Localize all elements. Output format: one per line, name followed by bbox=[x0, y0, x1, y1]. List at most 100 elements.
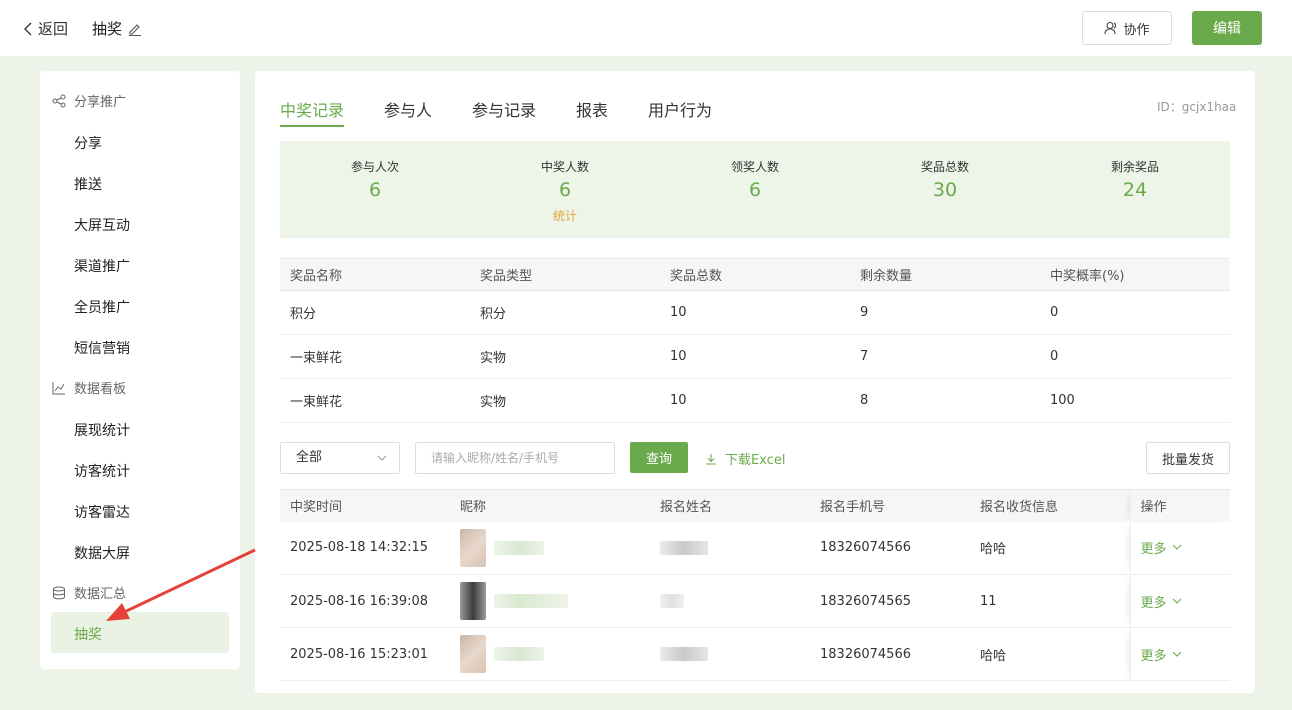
address: 11 bbox=[970, 574, 1130, 628]
sidebar-item-push[interactable]: 推送 bbox=[74, 174, 102, 194]
table-row: 一束鲜花 实物 10 7 0 bbox=[280, 334, 1230, 379]
operation-cell: 更多 bbox=[1129, 574, 1231, 628]
back-label: 返回 bbox=[38, 20, 69, 38]
chevron-down-icon bbox=[1172, 598, 1181, 604]
sidebar-item-visitor-radar[interactable]: 访客雷达 bbox=[74, 502, 130, 522]
search-input[interactable] bbox=[415, 442, 615, 474]
stat-value: 6 bbox=[368, 179, 382, 201]
active-tab-indicator bbox=[280, 125, 344, 127]
edit-button[interactable]: 编辑 bbox=[1192, 11, 1262, 45]
stat-value: 6 bbox=[558, 179, 572, 201]
nickname-cell bbox=[450, 521, 650, 575]
tab-participation-records[interactable]: 参与记录 bbox=[472, 97, 536, 121]
stat-label: 中奖人数 bbox=[540, 160, 589, 174]
main-panel: 中奖记录 参与人 参与记录 报表 用户行为 ID：gcjx1haa 参与人次 6… bbox=[255, 71, 1255, 693]
reg-name-cell bbox=[650, 627, 810, 681]
annotation-arrow-icon bbox=[106, 548, 256, 621]
blurred-nickname bbox=[494, 540, 544, 555]
table-row: 积分 积分 10 9 0 bbox=[280, 290, 1230, 335]
sidebar-item-share[interactable]: 分享 bbox=[74, 133, 102, 153]
column-header: 中奖概率(%) bbox=[1040, 258, 1230, 291]
blurred-name bbox=[660, 540, 708, 555]
blurred-name bbox=[660, 647, 708, 661]
column-header: 报名手机号 bbox=[810, 489, 970, 522]
more-dropdown[interactable]: 更多 bbox=[1141, 592, 1231, 611]
cell: 0 bbox=[1040, 334, 1230, 379]
sidebar-item-staff-promotion[interactable]: 全员推广 bbox=[74, 297, 130, 317]
nickname-cell bbox=[450, 627, 650, 681]
table-row: 一束鲜花 实物 10 8 100 bbox=[280, 378, 1230, 423]
edit-pencil-icon[interactable] bbox=[128, 22, 142, 36]
stat-label: 剩余奖品 bbox=[1110, 160, 1159, 174]
batch-ship-button[interactable]: 批量发货 bbox=[1146, 442, 1230, 474]
more-dropdown[interactable]: 更多 bbox=[1141, 645, 1231, 664]
table-header-row: 中奖时间 昵称 报名姓名 报名手机号 报名收货信息 操作 bbox=[280, 489, 1230, 522]
stats-panel: 参与人次 6 中奖人数 6 统计 领奖人数 6 奖品总数 30 剩余奖品 24 bbox=[280, 141, 1230, 238]
phone: 18326074566 bbox=[810, 627, 970, 681]
stat-claimed: 领奖人数 6 bbox=[660, 141, 850, 201]
operation-cell: 更多 bbox=[1129, 521, 1231, 575]
cell: 10 bbox=[660, 334, 850, 379]
sidebar-group-dashboard: 数据看板 bbox=[52, 378, 126, 397]
sidebar-item-big-screen-interaction[interactable]: 大屏互动 bbox=[74, 215, 130, 235]
sidebar-item-sms-marketing[interactable]: 短信营销 bbox=[74, 338, 130, 358]
collaborate-label: 协作 bbox=[1123, 22, 1150, 38]
chevron-down-icon bbox=[1172, 544, 1181, 550]
page-title: 抽奖 bbox=[92, 18, 142, 39]
chevron-down-icon bbox=[1172, 651, 1181, 657]
tab-user-behavior[interactable]: 用户行为 bbox=[648, 97, 712, 121]
more-dropdown[interactable]: 更多 bbox=[1141, 538, 1231, 557]
phone: 18326074566 bbox=[810, 521, 970, 575]
avatar bbox=[460, 582, 486, 620]
reg-name-cell bbox=[650, 521, 810, 575]
table-row: 2025-08-16 15:23:01 18326074566 哈哈 更多 bbox=[280, 627, 1231, 681]
page-title-text: 抽奖 bbox=[92, 20, 123, 38]
stat-remaining-prizes: 剩余奖品 24 bbox=[1040, 141, 1230, 201]
stat-value: 6 bbox=[748, 179, 762, 201]
phone: 18326074565 bbox=[810, 574, 970, 628]
tab-participants[interactable]: 参与人 bbox=[384, 97, 432, 121]
more-label: 更多 bbox=[1140, 648, 1167, 664]
column-header: 昵称 bbox=[450, 489, 650, 522]
download-excel-link[interactable]: 下载Excel bbox=[705, 449, 785, 468]
back-button[interactable]: 返回 bbox=[22, 18, 68, 39]
cell: 积分 bbox=[470, 290, 660, 335]
sidebar-item-channel-promotion[interactable]: 渠道推广 bbox=[74, 256, 130, 276]
column-header: 奖品名称 bbox=[280, 258, 470, 291]
tab-winning-records[interactable]: 中奖记录 bbox=[280, 97, 344, 121]
column-header: 奖品总数 bbox=[660, 258, 850, 291]
top-bar: 返回 抽奖 协作 编辑 bbox=[0, 0, 1292, 56]
stat-winners: 中奖人数 6 统计 bbox=[470, 141, 660, 224]
cell: 0 bbox=[1040, 290, 1230, 335]
stat-label: 奖品总数 bbox=[920, 160, 969, 174]
avatar bbox=[460, 635, 486, 673]
column-header: 报名姓名 bbox=[650, 489, 810, 522]
column-header: 报名收货信息 bbox=[970, 489, 1130, 522]
column-header: 中奖时间 bbox=[280, 489, 450, 522]
tab-report[interactable]: 报表 bbox=[576, 97, 608, 121]
query-button[interactable]: 查询 bbox=[630, 442, 688, 473]
more-label: 更多 bbox=[1140, 595, 1167, 611]
sidebar-item-impression-stats[interactable]: 展现统计 bbox=[74, 420, 130, 440]
stat-label: 领奖人数 bbox=[730, 160, 779, 174]
status-filter-select[interactable]: 全部 bbox=[280, 442, 400, 474]
table-header-row: 奖品名称 奖品类型 奖品总数 剩余数量 中奖概率(%) bbox=[280, 258, 1230, 291]
download-label: 下载Excel bbox=[725, 453, 786, 468]
chevron-left-icon bbox=[24, 22, 32, 35]
share-icon bbox=[52, 94, 66, 107]
cell: 一束鲜花 bbox=[280, 334, 470, 379]
cell: 8 bbox=[850, 378, 1040, 423]
winners-table: 中奖时间 昵称 报名姓名 报名手机号 报名收货信息 操作 2025-08-18 … bbox=[280, 489, 1230, 681]
stat-link[interactable]: 统计 bbox=[470, 207, 660, 224]
stat-label: 参与人次 bbox=[350, 160, 399, 174]
address: 哈哈 bbox=[970, 521, 1130, 575]
stat-participations: 参与人次 6 bbox=[280, 141, 470, 201]
prize-table: 奖品名称 奖品类型 奖品总数 剩余数量 中奖概率(%) 积分 积分 10 9 0… bbox=[280, 258, 1230, 423]
activity-id: ID：gcjx1haa bbox=[1157, 100, 1237, 114]
cell: 实物 bbox=[470, 378, 660, 423]
column-header: 操作 bbox=[1129, 489, 1230, 522]
sidebar-item-visitor-stats[interactable]: 访客统计 bbox=[74, 461, 130, 481]
stat-value: 24 bbox=[1122, 179, 1148, 201]
collaborate-button[interactable]: 协作 bbox=[1082, 11, 1172, 45]
win-time: 2025-08-16 16:39:08 bbox=[280, 574, 450, 628]
